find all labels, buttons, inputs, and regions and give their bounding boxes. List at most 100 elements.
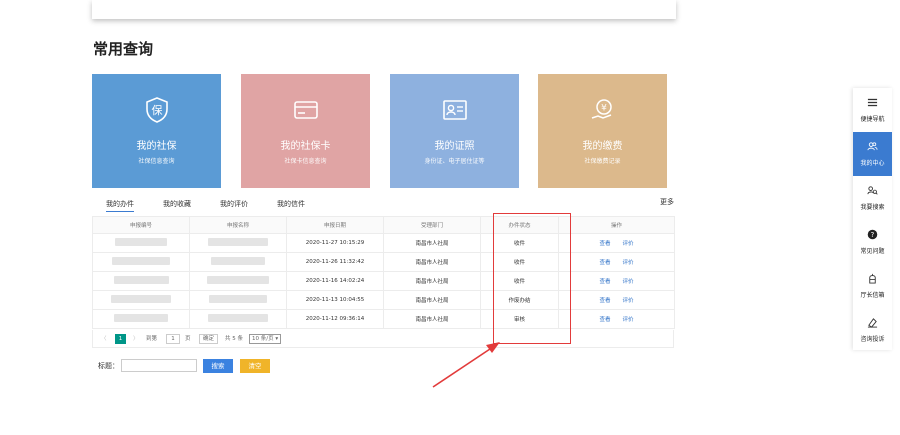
card-icon bbox=[241, 96, 370, 124]
tab-my-favorites[interactable]: 我的收藏 bbox=[163, 199, 191, 209]
svg-text:保: 保 bbox=[151, 103, 162, 117]
tab-bar: 我的办件 我的收藏 我的评价 我的信件 更多 bbox=[96, 197, 674, 213]
rate-link[interactable]: 评价 bbox=[623, 298, 634, 304]
question-icon: ? bbox=[853, 229, 892, 241]
pagination: 〈 1 〉 到第 1 页 确定 共 5 条 10 条/页 ▾ bbox=[92, 330, 674, 348]
rate-link[interactable]: 评价 bbox=[623, 317, 634, 323]
id-card-icon bbox=[390, 96, 519, 124]
tab-my-letters[interactable]: 我的信件 bbox=[277, 199, 305, 209]
sidebar-item-label: 常见问题 bbox=[860, 248, 885, 255]
card-my-social-card[interactable]: 我的社保卡 社保卡信息查询 bbox=[241, 74, 370, 188]
mailbox-icon bbox=[853, 273, 892, 285]
view-link[interactable]: 查看 bbox=[599, 241, 610, 247]
department-cell: 南昌市人社局 bbox=[383, 233, 481, 253]
date-cell: 2020-11-16 14:02:24 bbox=[286, 271, 384, 291]
redacted-cell bbox=[92, 290, 190, 310]
sidebar-item-consult-complaint[interactable]: 咨询投诉 bbox=[853, 308, 892, 352]
table-header-row: 申报编号 申报名称 申报日期 受理部门 办件状态 操作 bbox=[92, 216, 675, 234]
date-cell: 2020-11-27 10:15:29 bbox=[286, 233, 384, 253]
view-link[interactable]: 查看 bbox=[599, 317, 610, 323]
goto-page-input[interactable]: 1 bbox=[166, 334, 180, 344]
card-subtitle: 社保卡信息查询 bbox=[284, 158, 327, 165]
cases-table: 申报编号 申报名称 申报日期 受理部门 办件状态 操作 2020-11-27 1… bbox=[92, 216, 675, 329]
status-highlight-box bbox=[493, 213, 571, 344]
title-label: 标题： bbox=[98, 362, 119, 370]
sidebar-item-director-mailbox[interactable]: 厅长信箱 bbox=[853, 264, 892, 308]
col-header-name: 申报名称 bbox=[189, 216, 287, 234]
redacted-cell bbox=[92, 309, 190, 329]
view-link[interactable]: 查看 bbox=[599, 298, 610, 304]
rate-link[interactable]: 评价 bbox=[623, 260, 634, 266]
redacted-cell bbox=[92, 252, 190, 272]
shield-bao-icon: 保 bbox=[92, 96, 221, 124]
next-page-button[interactable]: 〉 bbox=[133, 334, 139, 342]
card-my-certificates[interactable]: 我的证照 身份证、电子居住证等 bbox=[390, 74, 519, 188]
sidebar-item-label: 便捷导航 bbox=[860, 116, 885, 123]
rate-link[interactable]: 评价 bbox=[623, 241, 634, 247]
view-link[interactable]: 查看 bbox=[599, 279, 610, 285]
sidebar-item-quick-nav[interactable]: 便捷导航 bbox=[853, 88, 892, 132]
search-people-icon bbox=[853, 185, 892, 197]
sidebar-item-search[interactable]: 我要搜索 bbox=[853, 176, 892, 220]
table-row: 2020-11-16 14:02:24 南昌市人社局 收件 查看 评价 bbox=[92, 271, 675, 291]
department-cell: 南昌市人社局 bbox=[383, 252, 481, 272]
card-subtitle: 社保信息查询 bbox=[138, 158, 175, 165]
svg-text:¥: ¥ bbox=[601, 104, 607, 114]
col-header-actions: 操作 bbox=[558, 216, 675, 234]
actions-cell: 查看 评价 bbox=[558, 233, 675, 253]
table-row: 2020-11-12 09:36:14 南昌市人社局 审核 查看 评价 bbox=[92, 309, 675, 329]
page-size-select[interactable]: 10 条/页 ▾ bbox=[249, 334, 282, 344]
sidebar-item-label: 咨询投诉 bbox=[860, 336, 885, 343]
actions-cell: 查看 评价 bbox=[558, 290, 675, 310]
payment-icon: ¥ bbox=[538, 96, 667, 124]
card-title: 我的证照 bbox=[434, 141, 475, 152]
actions-cell: 查看 评价 bbox=[558, 252, 675, 272]
sidebar-item-my-center[interactable]: 我的中心 bbox=[853, 132, 892, 176]
sidebar-item-label: 我要搜索 bbox=[860, 204, 885, 211]
rate-link[interactable]: 评价 bbox=[623, 279, 634, 285]
redacted-cell bbox=[189, 233, 287, 253]
more-link[interactable]: 更多 bbox=[660, 197, 674, 207]
redacted-cell bbox=[189, 271, 287, 291]
sidebar-item-faq[interactable]: ? 常见问题 bbox=[853, 220, 892, 264]
page-size-value: 10 条/页 bbox=[252, 336, 274, 342]
card-title: 我的社保卡 bbox=[280, 141, 331, 152]
top-panel bbox=[92, 0, 676, 19]
goto-label: 到第 bbox=[146, 336, 158, 342]
table-row: 2020-11-26 11:32:42 南昌市人社局 收件 查看 评价 bbox=[92, 252, 675, 272]
sidebar-item-label: 我的中心 bbox=[860, 160, 885, 167]
section-title: 常用查询 bbox=[93, 40, 154, 58]
tab-my-cases[interactable]: 我的办件 bbox=[106, 199, 134, 212]
actions-cell: 查看 评价 bbox=[558, 271, 675, 291]
redacted-cell bbox=[92, 233, 190, 253]
menu-icon bbox=[853, 97, 892, 109]
department-cell: 南昌市人社局 bbox=[383, 309, 481, 329]
view-link[interactable]: 查看 bbox=[599, 260, 610, 266]
department-cell: 南昌市人社局 bbox=[383, 271, 481, 291]
redacted-cell bbox=[92, 271, 190, 291]
svg-text:?: ? bbox=[871, 231, 875, 239]
card-my-social-security[interactable]: 保 我的社保 社保信息查询 bbox=[92, 74, 221, 188]
card-title: 我的社保 bbox=[136, 141, 177, 152]
sidebar-item-label: 厅长信箱 bbox=[860, 292, 885, 299]
right-sidebar: 便捷导航 我的中心 我要搜索 ? 常见问题 厅长信箱 咨询投诉 bbox=[853, 88, 892, 350]
redacted-cell bbox=[189, 252, 287, 272]
col-header-date: 申报日期 bbox=[286, 216, 384, 234]
tab-my-reviews[interactable]: 我的评价 bbox=[220, 199, 248, 209]
prev-page-button[interactable]: 〈 bbox=[101, 334, 107, 342]
complaint-icon bbox=[853, 317, 892, 329]
table-row: 2020-11-13 10:04:55 南昌市人社局 作废办结 查看 评价 bbox=[92, 290, 675, 310]
total-count: 共 5 条 bbox=[225, 336, 243, 342]
date-cell: 2020-11-12 09:36:14 bbox=[286, 309, 384, 329]
card-title: 我的缴费 bbox=[582, 141, 623, 152]
redacted-cell bbox=[189, 290, 287, 310]
date-cell: 2020-11-26 11:32:42 bbox=[286, 252, 384, 272]
redacted-cell bbox=[189, 309, 287, 329]
card-subtitle: 身份证、电子居住证等 bbox=[424, 158, 485, 165]
page-1-button[interactable]: 1 bbox=[115, 334, 126, 344]
clear-button[interactable]: 清空 bbox=[240, 359, 270, 373]
goto-confirm-button[interactable]: 确定 bbox=[199, 334, 219, 344]
card-my-payments[interactable]: ¥ 我的缴费 社保缴费记录 bbox=[538, 74, 667, 188]
title-search-input[interactable] bbox=[121, 359, 197, 372]
search-button[interactable]: 搜索 bbox=[203, 359, 233, 373]
